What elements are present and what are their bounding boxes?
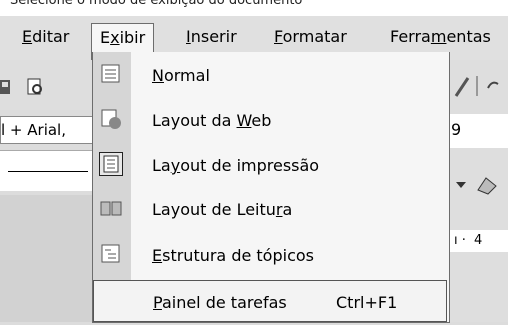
ruler-ticks: ı · bbox=[454, 233, 466, 248]
font-size-value: 9 bbox=[451, 120, 462, 139]
exibir-menu-dropdown: Normal Layout da Web Layout de impressão… bbox=[92, 52, 450, 323]
standard-toolbar bbox=[0, 60, 95, 110]
horizontal-ruler: ı · 4 bbox=[448, 230, 508, 252]
menu-editar[interactable]: Editar bbox=[14, 23, 77, 51]
document-caption: Selecione o modo de exibição do document… bbox=[0, 0, 508, 16]
style-line-area bbox=[0, 150, 92, 191]
menu-item-label: Estrutura de tópicos bbox=[152, 246, 314, 265]
menu-item-label: Layout de impressão bbox=[152, 156, 320, 175]
menu-item-layout-impressao[interactable]: Layout de impressão bbox=[93, 144, 449, 188]
menu-inserir[interactable]: Inserir bbox=[178, 23, 245, 51]
menu-item-layout-web[interactable]: Layout da Web bbox=[93, 99, 449, 143]
print-layout-icon bbox=[99, 152, 123, 176]
normal-view-icon bbox=[99, 62, 123, 86]
document-pane-left bbox=[0, 195, 92, 322]
menu-item-shortcut: Ctrl+F1 bbox=[336, 293, 398, 312]
menu-item-label: Painel de tarefas bbox=[153, 293, 287, 312]
line-style-sample bbox=[8, 171, 88, 172]
outline-view-icon bbox=[99, 242, 123, 266]
save-icon[interactable] bbox=[0, 78, 16, 96]
caption-text: Selecione o modo de exibição do document… bbox=[10, 0, 303, 8]
menu-item-label: Normal bbox=[152, 66, 210, 85]
toolbar-right-icons[interactable] bbox=[454, 72, 504, 100]
fill-color-icon[interactable] bbox=[454, 172, 508, 196]
menu-ferramentas[interactable]: Ferramentas bbox=[382, 23, 499, 51]
menu-item-painel-tarefas[interactable]: Painel de tarefas Ctrl+F1 bbox=[93, 280, 447, 322]
menu-item-label: Layout da Web bbox=[152, 111, 272, 130]
menu-item-layout-leitura[interactable]: Layout de Leitura bbox=[93, 188, 449, 232]
menu-item-estrutura-topicos[interactable]: Estrutura de tópicos bbox=[93, 234, 449, 278]
ruler-mark: 4 bbox=[474, 233, 483, 248]
menu-formatar[interactable]: Formatar bbox=[266, 23, 355, 51]
font-name-field[interactable]: l + Arial, bbox=[0, 116, 94, 144]
menu-item-label: Layout de Leitura bbox=[152, 200, 293, 219]
web-layout-icon bbox=[99, 107, 123, 131]
reading-layout-icon bbox=[99, 196, 123, 220]
menu-item-normal[interactable]: Normal bbox=[93, 54, 449, 98]
print-preview-icon[interactable] bbox=[26, 78, 42, 96]
